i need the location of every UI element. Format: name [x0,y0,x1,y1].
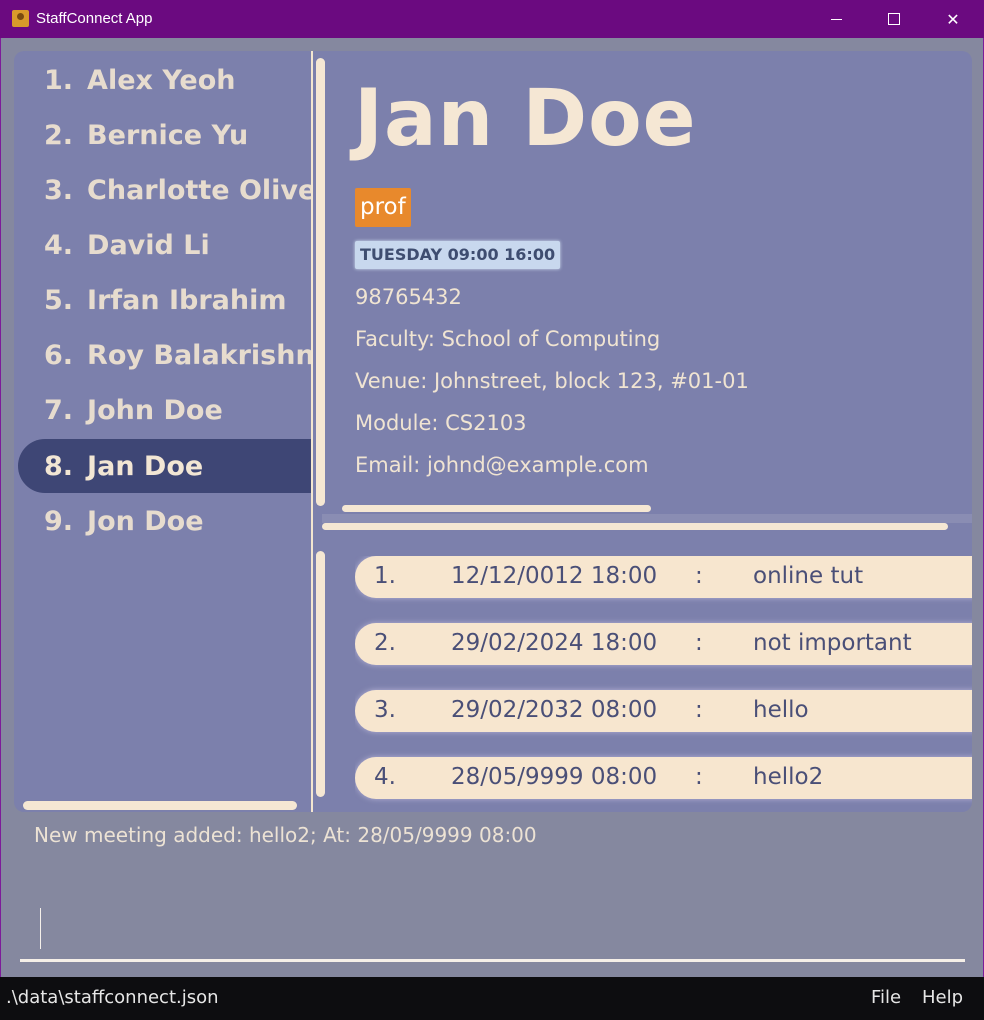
meeting-datetime: 28/05/9999 08:00 [451,764,658,790]
meeting-datetime: 12/12/0012 18:00 [451,563,658,589]
menu-help[interactable]: Help [922,987,963,1008]
section-divider-handle[interactable] [322,523,948,530]
detail-vertical-scrollbar[interactable] [316,58,325,506]
person-name: Alex Yeoh [87,64,236,96]
person-index: 9. [44,505,74,537]
person-list-item[interactable]: 3. Charlotte Oliveiro [18,163,311,217]
meeting-description: hello2 [753,764,824,790]
panel-divider[interactable] [311,51,313,812]
meeting-index: 1. [374,563,396,589]
meeting-description: not important [753,630,912,656]
person-list-item[interactable]: 2. Bernice Yu [18,108,311,162]
meeting-index: 4. [374,764,396,790]
app-icon [12,10,29,27]
meeting-description: online tut [753,563,864,589]
person-list-horizontal-scrollbar[interactable] [23,801,297,810]
command-input[interactable] [20,900,965,960]
person-list[interactable]: 1. Alex Yeoh 2. Bernice Yu 3. Charlotte … [14,53,311,793]
menu-file[interactable]: File [871,987,901,1008]
person-name: Jan Doe [87,450,204,482]
tag-badge: prof [355,188,411,227]
module-field: Module: CS2103 [355,411,527,435]
window-frame-left [0,38,1,977]
person-name: David Li [87,229,210,261]
person-index: 1. [44,64,74,96]
person-list-item[interactable]: 4. David Li [18,218,311,272]
person-list-item[interactable]: 5. Irfan Ibrahim [18,273,311,327]
command-input-underline [20,959,965,962]
person-name: Roy Balakrishnan [87,339,311,371]
meeting-description: hello [753,697,809,723]
meeting-separator: : [695,764,703,790]
availability-badge: TUESDAY 09:00 16:00 [355,241,561,269]
close-button[interactable]: ✕ [924,0,982,38]
detail-horizontal-scrollbar[interactable] [342,505,651,512]
meeting-list[interactable]: 1. 12/12/0012 18:00 : online tut 2. 29/0… [355,556,972,808]
section-divider[interactable] [322,514,972,523]
minimize-icon [830,18,842,20]
meeting-item[interactable]: 2. 29/02/2024 18:00 : not important [355,623,972,665]
meeting-list-vertical-scrollbar[interactable] [316,551,325,797]
person-index: 2. [44,119,74,151]
meeting-item[interactable]: 1. 12/12/0012 18:00 : online tut [355,556,972,598]
maximize-button[interactable] [865,0,923,38]
window-title: StaffConnect App [36,10,153,27]
person-list-item[interactable]: 7. John Doe [18,383,311,437]
person-index: 3. [44,174,74,206]
close-icon: ✕ [946,9,960,29]
status-bar: .\data\staffconnect.json File Help [0,977,984,1020]
person-list-item[interactable]: 9. Jon Doe [18,494,311,548]
person-index: 8. [44,450,74,482]
phone-number: 98765432 [355,285,462,309]
meeting-datetime: 29/02/2024 18:00 [451,630,658,656]
meeting-datetime: 29/02/2032 08:00 [451,697,658,723]
faculty-field: Faculty: School of Computing [355,327,661,351]
person-name: Jon Doe [87,505,204,537]
person-name: Irfan Ibrahim [87,284,287,316]
person-index: 4. [44,229,74,261]
meeting-index: 3. [374,697,396,723]
person-index: 7. [44,394,74,426]
meeting-item[interactable]: 3. 29/02/2032 08:00 : hello [355,690,972,732]
meeting-separator: : [695,563,703,589]
minimize-button[interactable] [807,0,865,38]
person-index: 6. [44,339,74,371]
person-list-item[interactable]: 1. Alex Yeoh [18,53,311,107]
save-file-path: .\data\staffconnect.json [6,987,219,1008]
title-bar: StaffConnect App ✕ [0,0,984,38]
result-message: New meeting added: hello2; At: 28/05/999… [34,823,537,847]
venue-field: Venue: Johnstreet, block 123, #01-01 [355,369,749,393]
person-list-item[interactable]: 6. Roy Balakrishnan [18,328,311,382]
meeting-index: 2. [374,630,396,656]
person-name: Charlotte Oliveiro [87,174,311,206]
detail-person-name: Jan Doe [354,74,697,164]
person-name: Bernice Yu [87,119,249,151]
person-index: 5. [44,284,74,316]
maximize-icon [888,13,900,25]
meeting-separator: : [695,630,703,656]
person-list-item-selected[interactable]: 8. Jan Doe [18,439,311,493]
meeting-item[interactable]: 4. 28/05/9999 08:00 : hello2 [355,757,972,799]
person-name: John Doe [87,394,223,426]
meeting-separator: : [695,697,703,723]
email-field: Email: johnd@example.com [355,453,649,477]
text-caret [40,908,41,949]
